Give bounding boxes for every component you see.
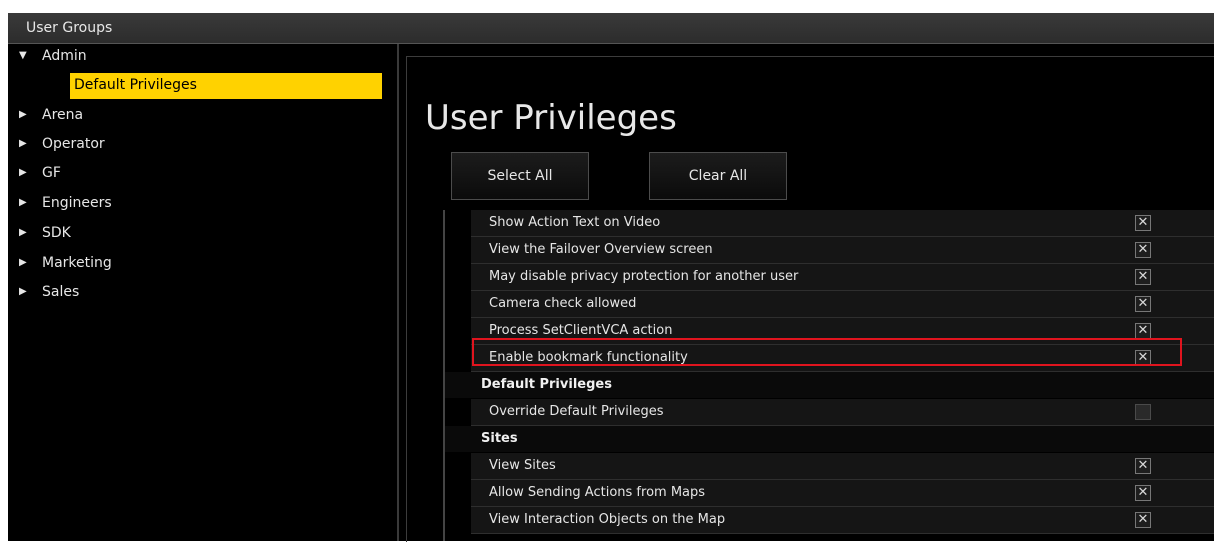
privilege-label: Allow Sending Actions from Maps [489, 485, 706, 500]
privilege-label: May disable privacy protection for anoth… [489, 269, 799, 284]
privilege-checkbox[interactable]: ✕ [1135, 269, 1151, 285]
collapsed-arrow-icon[interactable]: ▶ [19, 138, 27, 149]
privilege-label: Show Action Text on Video [489, 215, 661, 230]
privilege-row[interactable]: Allow Sending Actions from Maps ✕ [445, 480, 1214, 507]
row-gutter [445, 237, 471, 264]
collapsed-arrow-icon[interactable]: ▶ [19, 167, 27, 178]
privilege-label: Process SetClientVCA action [489, 323, 673, 338]
privilege-row[interactable]: View Interaction Objects on the Map ✕ [445, 507, 1214, 534]
privilege-row[interactable]: Process SetClientVCA action ✕ [445, 318, 1214, 345]
expanded-arrow-icon[interactable]: ▼ [19, 50, 27, 61]
privilege-checkbox[interactable]: ✕ [1135, 215, 1151, 231]
privilege-checkbox[interactable]: ✕ [1135, 485, 1151, 501]
privilege-row[interactable]: Show Action Text on Video ✕ [445, 210, 1214, 237]
privilege-row[interactable]: Camera check allowed ✕ [445, 291, 1214, 318]
privilege-checkbox[interactable]: ✕ [1135, 296, 1151, 312]
tree-item-label: Admin [42, 48, 87, 64]
tree-item-label: Engineers [42, 195, 112, 211]
privilege-label: View the Failover Overview screen [489, 242, 713, 257]
tree-item-label: SDK [42, 225, 71, 241]
collapsed-arrow-icon[interactable]: ▶ [19, 109, 27, 120]
tree-item-label: Default Privileges [74, 77, 197, 93]
page-title: User Privileges [425, 98, 677, 138]
privilege-checkbox[interactable]: ✕ [1135, 350, 1151, 366]
row-gutter [445, 399, 471, 426]
tree-item-default-privileges[interactable]: Default Privileges [8, 71, 397, 99]
privilege-checkbox[interactable]: ✕ [1135, 512, 1151, 528]
collapsed-arrow-icon[interactable]: ▶ [19, 286, 27, 297]
tree-item-gf[interactable]: ▶ GF [8, 162, 397, 188]
privilege-row[interactable]: Override Default Privileges [445, 399, 1214, 426]
row-gutter [445, 480, 471, 507]
row-gutter [445, 507, 471, 534]
privilege-checkbox[interactable] [1135, 404, 1151, 420]
row-gutter [445, 264, 471, 291]
title-bar: User Groups [8, 13, 1214, 44]
tree-item-sdk[interactable]: ▶ SDK [8, 222, 397, 248]
row-gutter [445, 453, 471, 480]
collapsed-arrow-icon[interactable]: ▶ [19, 257, 27, 268]
tree-item-label: Operator [42, 136, 105, 152]
privileges-panel: User Privileges Select All Clear All Sho… [399, 44, 1214, 542]
tree-item-label: Arena [42, 107, 84, 123]
select-all-button[interactable]: Select All [451, 152, 589, 200]
collapsed-arrow-icon[interactable]: ▶ [19, 197, 27, 208]
row-gutter [445, 318, 471, 345]
window-title: User Groups [26, 20, 113, 36]
row-gutter [445, 291, 471, 318]
privilege-row-bookmark[interactable]: Enable bookmark functionality ✕ [445, 345, 1214, 372]
clear-all-button[interactable]: Clear All [649, 152, 787, 200]
section-header-default-privileges: Default Privileges [445, 372, 1214, 398]
privilege-checkbox[interactable]: ✕ [1135, 458, 1151, 474]
privilege-row[interactable]: View the Failover Overview screen ✕ [445, 237, 1214, 264]
privilege-checkbox[interactable]: ✕ [1135, 242, 1151, 258]
tree-item-label: GF [42, 165, 61, 181]
privilege-label: View Interaction Objects on the Map [489, 512, 726, 527]
section-title: Default Privileges [481, 377, 612, 392]
privilege-row[interactable]: May disable privacy protection for anoth… [445, 264, 1214, 291]
tree-item-arena[interactable]: ▶ Arena [8, 104, 397, 130]
privilege-row[interactable]: View Sites ✕ [445, 453, 1214, 480]
user-groups-window: User Groups ▼ Admin Default Privileges ▶… [8, 13, 1214, 542]
row-gutter [445, 345, 471, 372]
tree-item-operator[interactable]: ▶ Operator [8, 133, 397, 159]
collapsed-arrow-icon[interactable]: ▶ [19, 227, 27, 238]
section-title: Sites [481, 431, 518, 446]
section-header-sites: Sites [445, 426, 1214, 452]
tree-item-admin[interactable]: ▼ Admin [8, 45, 397, 71]
privilege-label: Override Default Privileges [489, 404, 664, 419]
tree-item-engineers[interactable]: ▶ Engineers [8, 192, 397, 218]
privilege-label: Enable bookmark functionality [489, 350, 688, 365]
privilege-checkbox[interactable]: ✕ [1135, 323, 1151, 339]
group-tree: ▼ Admin Default Privileges ▶ Arena ▶ Ope… [8, 44, 397, 541]
tree-item-sales[interactable]: ▶ Sales [8, 281, 397, 307]
row-gutter [445, 210, 471, 237]
tree-item-label: Marketing [42, 255, 112, 271]
privilege-label: View Sites [489, 458, 556, 473]
tree-item-marketing[interactable]: ▶ Marketing [8, 252, 397, 278]
privilege-label: Camera check allowed [489, 296, 637, 311]
tree-item-label: Sales [42, 284, 80, 300]
privileges-list: Show Action Text on Video ✕ View the Fai… [443, 210, 1214, 541]
